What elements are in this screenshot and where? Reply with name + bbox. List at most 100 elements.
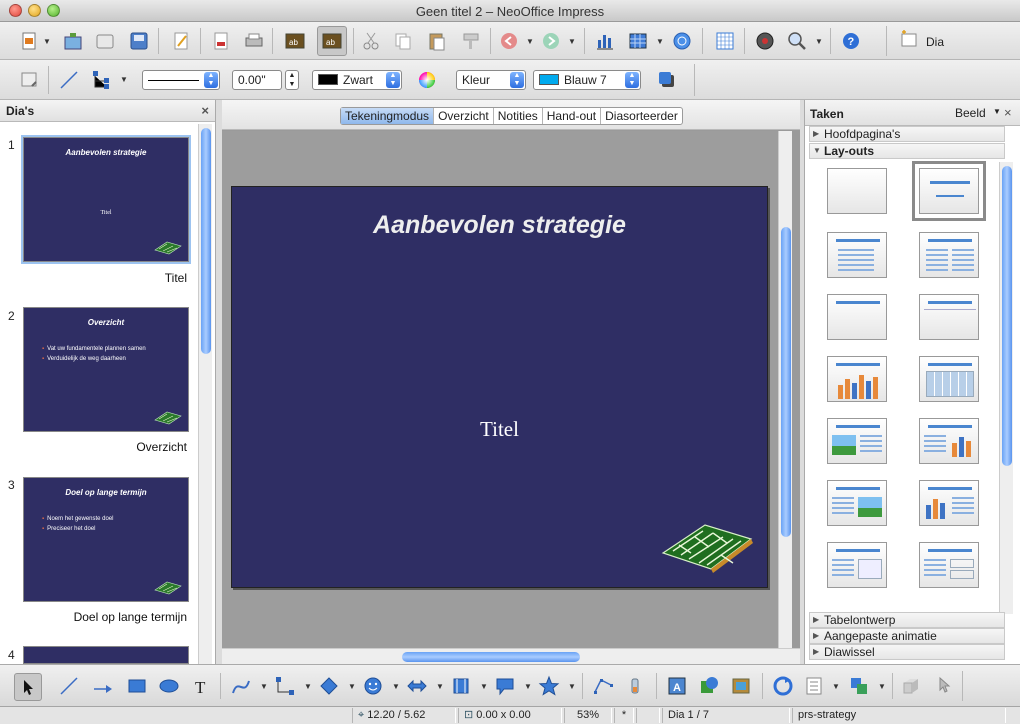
edit-file-icon[interactable]: [170, 30, 192, 52]
layout-title-slide[interactable]: [912, 161, 986, 221]
layouts-scrollbar-thumb[interactable]: [1002, 166, 1012, 466]
save-icon[interactable]: [128, 30, 150, 52]
extrusion-icon[interactable]: [900, 675, 922, 697]
line-width-stepper[interactable]: ▲ ▼: [285, 70, 299, 90]
slide-thumbnail-2[interactable]: Overzicht ▪ Vat uw fundamentele plannen s…: [23, 307, 189, 432]
slides-scrollbar[interactable]: [198, 124, 212, 664]
rotate-icon[interactable]: [772, 675, 794, 697]
symbol-shapes-icon[interactable]: [362, 675, 384, 697]
callouts-icon[interactable]: [494, 675, 516, 697]
slides-panel-close-icon[interactable]: ×: [201, 103, 209, 118]
ellipse-icon[interactable]: [158, 675, 180, 697]
arrange-icon[interactable]: [848, 675, 870, 697]
line-arrow-icon[interactable]: [92, 675, 114, 697]
undo-dropdown-icon[interactable]: ▼: [526, 37, 534, 46]
slide-thumbnail-4[interactable]: [23, 646, 189, 664]
interaction-icon[interactable]: [932, 675, 954, 697]
callouts-dropdown-icon[interactable]: ▼: [524, 682, 532, 691]
export-pdf-icon[interactable]: [210, 30, 232, 52]
tab-slide-sorter[interactable]: Diasorteerder: [601, 108, 682, 124]
layout-title-two-content[interactable]: [919, 232, 979, 278]
layout-title-content-two[interactable]: [919, 542, 979, 588]
slide-title[interactable]: Aanbevolen strategie: [232, 211, 767, 240]
autospellcheck-icon[interactable]: ab: [317, 26, 347, 56]
redo-dropdown-icon[interactable]: ▼: [568, 37, 576, 46]
layout-title-chart[interactable]: [827, 356, 887, 402]
slide-thumbnail-1[interactable]: Aanbevolen strategie Titel: [21, 135, 191, 264]
flowchart-dropdown-icon[interactable]: ▼: [480, 682, 488, 691]
slide-vertical-scrollbar[interactable]: [778, 131, 792, 648]
slide-subtitle[interactable]: Titel: [232, 417, 767, 442]
gallery-icon[interactable]: [730, 675, 752, 697]
chart-icon[interactable]: [594, 30, 616, 52]
section-table-design[interactable]: ▶ Tabelontwerp: [809, 612, 1005, 628]
tasks-view-dropdown-icon[interactable]: ▼: [993, 107, 1001, 116]
slide-button-label[interactable]: Dia: [926, 35, 944, 49]
current-slide[interactable]: Aanbevolen strategie Titel: [231, 186, 768, 588]
block-arrows-icon[interactable]: [406, 675, 428, 697]
fontwork-icon[interactable]: A: [666, 675, 688, 697]
section-slide-transition[interactable]: ▶ Diawissel: [809, 644, 1005, 660]
flowchart-icon[interactable]: [450, 675, 472, 697]
slide-thumbnail-3[interactable]: Doel op lange termijn ▪ Noem het gewenste…: [23, 477, 189, 602]
layout-title-image-text[interactable]: [827, 418, 887, 464]
grid-icon[interactable]: [714, 30, 736, 52]
zoom-dropdown-icon[interactable]: ▼: [815, 37, 823, 46]
section-custom-animation[interactable]: ▶ Aangepaste animatie: [809, 628, 1005, 644]
points-icon[interactable]: [592, 675, 614, 697]
paste-icon[interactable]: [426, 30, 448, 52]
layout-title-text-object[interactable]: [827, 542, 887, 588]
text-tool-icon[interactable]: T: [190, 675, 212, 697]
tab-outline-view[interactable]: Overzicht: [434, 108, 494, 124]
fill-color-select[interactable]: Blauw 7 ▲ ▼: [533, 70, 641, 90]
layout-title-chart-text[interactable]: [919, 480, 979, 526]
templates-icon[interactable]: [62, 30, 84, 52]
new-dropdown-icon[interactable]: ▼: [43, 37, 51, 46]
glue-points-icon[interactable]: [624, 675, 646, 697]
from-file-icon[interactable]: [698, 675, 720, 697]
section-layouts[interactable]: ▼ Lay-outs: [809, 143, 1005, 159]
new-slide-icon[interactable]: [898, 29, 920, 51]
stars-dropdown-icon[interactable]: ▼: [568, 682, 576, 691]
line-style-select[interactable]: ▲ ▼: [142, 70, 220, 90]
styles-icon[interactable]: [18, 69, 40, 91]
draw-line-icon[interactable]: [58, 675, 80, 697]
hyperlink-icon[interactable]: [671, 30, 693, 52]
new-document-icon[interactable]: [18, 30, 40, 52]
layouts-scrollbar[interactable]: [999, 162, 1013, 614]
arrange-dropdown-icon[interactable]: ▼: [878, 682, 886, 691]
clone-formatting-icon[interactable]: [460, 30, 482, 52]
basic-shapes-icon[interactable]: [318, 675, 340, 697]
line-width-input[interactable]: 0.00": [232, 70, 282, 90]
line-icon[interactable]: [58, 69, 80, 91]
layout-centered-text[interactable]: [919, 294, 979, 340]
cut-icon[interactable]: [360, 30, 382, 52]
align-icon[interactable]: [804, 675, 826, 697]
tab-drawing-view[interactable]: Tekeningmodus: [341, 108, 435, 124]
color-wheel-icon[interactable]: [416, 69, 438, 91]
maze-logo-icon[interactable]: [659, 515, 755, 573]
layout-title-table[interactable]: [919, 356, 979, 402]
undo-icon[interactable]: [498, 30, 520, 52]
select-arrow-icon[interactable]: [14, 673, 42, 701]
open-icon[interactable]: [94, 30, 116, 52]
navigator-icon[interactable]: [754, 30, 776, 52]
layout-title-content[interactable]: [827, 232, 887, 278]
zoom-icon[interactable]: [786, 30, 808, 52]
basic-shapes-dropdown-icon[interactable]: ▼: [348, 682, 356, 691]
slide-vertical-scrollbar-thumb[interactable]: [781, 227, 791, 537]
tasks-panel-close-icon[interactable]: ×: [1004, 105, 1012, 120]
arrow-style-icon[interactable]: [90, 69, 112, 91]
connector-dropdown-icon[interactable]: ▼: [304, 682, 312, 691]
slide-horizontal-scrollbar-thumb[interactable]: [402, 652, 580, 662]
layout-blank[interactable]: [827, 168, 887, 214]
help-icon[interactable]: ?: [840, 30, 862, 52]
slide-horizontal-scrollbar[interactable]: [222, 648, 800, 664]
tab-notes-view[interactable]: Notities: [494, 108, 543, 124]
status-zoom[interactable]: 53%: [564, 708, 612, 723]
spellcheck-icon[interactable]: ab: [284, 30, 306, 52]
curve-dropdown-icon[interactable]: ▼: [260, 682, 268, 691]
slides-scrollbar-thumb[interactable]: [201, 128, 211, 354]
tab-handout-view[interactable]: Hand-out: [543, 108, 602, 124]
connector-icon[interactable]: [274, 675, 296, 697]
